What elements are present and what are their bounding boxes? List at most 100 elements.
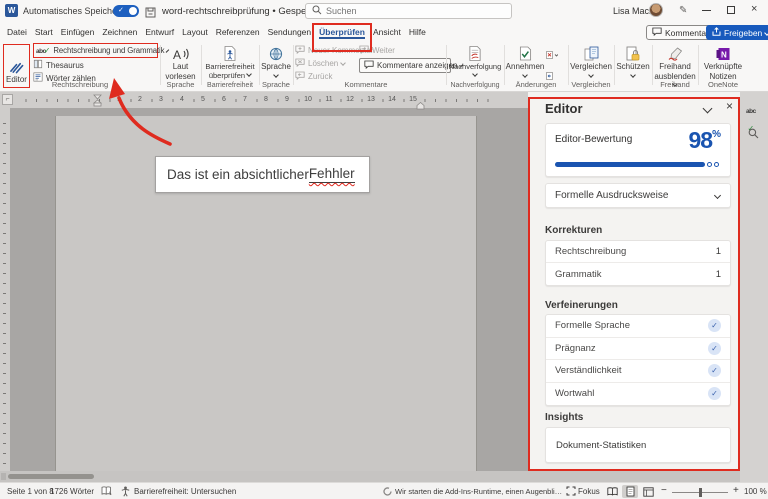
autosave-label: Automatisches Speichern [23, 6, 126, 16]
read-aloud-button[interactable]: A Laut vorlesen [162, 44, 199, 81]
refinement-row-clarity[interactable]: Verständlichkeit ✓ [546, 360, 730, 383]
new-comment-button[interactable]: Neuer Kommentar [295, 44, 373, 56]
pen-mode-icon[interactable]: ✎ [679, 5, 687, 16]
score-label: Editor-Bewertung [555, 134, 633, 145]
show-comments-button[interactable]: Kommentare anzeigen [359, 58, 463, 73]
page-indicator[interactable]: Seite 1 von 8 [7, 487, 54, 496]
accept-button[interactable]: Annehmen [506, 44, 544, 78]
focus-button[interactable]: Fokus [578, 487, 600, 496]
refinement-row-vocabulary[interactable]: Wortwahl ✓ [546, 383, 730, 406]
focus-icon[interactable] [566, 486, 576, 498]
save-icon[interactable] [145, 5, 156, 23]
word-logo-icon[interactable]: W [5, 4, 18, 17]
refinement-row-formal[interactable]: Formelle Sprache ✓ [546, 315, 730, 338]
tab-entwurf[interactable]: Entwurf [143, 24, 176, 40]
accessibility-status[interactable]: Barrierefreiheit: Untersuchen [134, 487, 236, 496]
correction-row-grammar[interactable]: Grammatik 1 [546, 263, 730, 285]
correction-row-spelling[interactable]: Rechtschreibung 1 [546, 241, 730, 263]
refinements-heading: Verfeinerungen [545, 300, 618, 311]
compare-docs-icon [584, 44, 599, 61]
zoom-slider-thumb[interactable] [699, 488, 702, 497]
globe-icon [269, 44, 283, 61]
tab-sendungen[interactable]: Sendungen [266, 24, 314, 40]
chevron-down-icon [630, 71, 636, 78]
sentence-text: Das ist ein absichtlicher [167, 167, 309, 182]
accept-check-icon [519, 44, 532, 61]
right-sidebar: abc ✓ [740, 92, 768, 482]
chevron-down-icon[interactable] [702, 103, 713, 114]
spelling-grammar-button[interactable]: abc✓ Rechtschreibung und Grammatik [33, 43, 170, 58]
corrections-card: Rechtschreibung 1 Grammatik 1 [545, 240, 731, 286]
tab-start[interactable]: Start [33, 24, 55, 40]
group-comments: Neuer Kommentar Löschen Zurück Weiter Ko… [288, 42, 463, 91]
zoom-out-button[interactable]: − [661, 485, 667, 496]
refinements-card: Formelle Sprache ✓ Prägnanz ✓ Verständli… [545, 314, 731, 406]
pane-title: Editor [545, 101, 583, 116]
document-canvas[interactable]: Das ist ein absichtlicher Fehhler [0, 108, 528, 471]
autosave-toggle[interactable]: ✓ [113, 5, 139, 17]
group-separator [446, 45, 447, 85]
protect-button[interactable]: Schützen [616, 44, 650, 78]
ribbon-tab-bar: Datei Start Einfügen Zeichnen Entwurf La… [0, 22, 768, 52]
selected-tab-underline [319, 37, 365, 39]
scrollbar-thumb[interactable] [8, 474, 94, 479]
print-layout-icon[interactable] [622, 485, 638, 498]
accessibility-check-button[interactable]: Barrierefreiheit überprüfen [203, 44, 257, 80]
group-ink: Freihand ausblenden Freihand [654, 42, 696, 91]
thesaurus-icon [33, 59, 43, 71]
onenote-icon: N [716, 44, 730, 61]
proofing-book-icon[interactable] [101, 486, 112, 498]
read-mode-icon[interactable] [604, 485, 620, 498]
misspelled-word[interactable]: Fehhler [308, 166, 355, 183]
tab-ansicht[interactable]: Ansicht [371, 24, 403, 40]
close-button[interactable]: × [751, 3, 757, 15]
horizontal-ruler[interactable]: ⌐ 1 2 3 4 5 6 7 8 9 10 11 12 13 14 15 [0, 92, 528, 110]
check-badge-icon: ✓ [708, 387, 721, 401]
tab-ueberpruefen[interactable]: Überprüfen [312, 23, 372, 52]
horizontal-scrollbar[interactable] [0, 471, 740, 482]
tone-selector[interactable]: Formelle Ausdrucksweise [545, 183, 731, 208]
web-layout-icon[interactable] [640, 485, 656, 498]
search-box[interactable] [305, 3, 512, 19]
tab-einfuegen[interactable]: Einfügen [59, 24, 97, 40]
linked-notes-button[interactable]: N Verknüpfte Notizen [700, 44, 746, 81]
magnifier-icon[interactable] [748, 126, 759, 144]
document-page[interactable]: Das ist ein absichtlicher Fehhler [55, 116, 477, 471]
avatar[interactable] [649, 3, 663, 17]
group-separator [652, 45, 653, 85]
chevron-down-icon [764, 29, 768, 36]
group-onenote: N Verknüpfte Notizen OneNote [700, 42, 746, 91]
tab-selector[interactable]: ⌐ [2, 94, 13, 105]
maximize-button[interactable] [727, 6, 735, 14]
zoom-level[interactable]: 100 % [744, 487, 767, 496]
tab-hilfe[interactable]: Hilfe [407, 24, 428, 40]
accessibility-doc-icon [224, 44, 236, 61]
vertical-ruler[interactable] [0, 108, 10, 471]
tab-layout[interactable]: Layout [180, 24, 210, 40]
tab-referenzen[interactable]: Referenzen [214, 24, 262, 40]
reject-icon[interactable] [546, 46, 559, 64]
minimize-button[interactable] [702, 10, 711, 11]
close-icon[interactable]: × [726, 99, 733, 113]
search-input[interactable] [326, 6, 486, 16]
left-indent-marker[interactable] [92, 94, 103, 112]
user-name[interactable]: Lisa Mack [613, 6, 654, 16]
delete-comment-button[interactable]: Löschen [295, 57, 357, 69]
accessibility-person-icon[interactable] [121, 486, 130, 499]
tab-datei[interactable]: Datei [5, 24, 29, 40]
share-button[interactable]: Freigeben [706, 25, 768, 40]
language-button[interactable]: Sprache [261, 44, 291, 78]
track-changes-icon [468, 44, 482, 61]
zoom-in-button[interactable]: + [733, 485, 739, 496]
svg-text:N: N [721, 51, 727, 60]
compare-button[interactable]: Vergleichen [570, 44, 612, 78]
word-count-status[interactable]: 1726 Wörter [50, 487, 94, 496]
tab-zeichnen[interactable]: Zeichnen [100, 24, 139, 40]
refinement-row-conciseness[interactable]: Prägnanz ✓ [546, 338, 730, 360]
document-statistics-item[interactable]: Dokument-Statistiken [545, 427, 731, 463]
right-indent-marker[interactable] [416, 97, 425, 115]
document-text[interactable]: Das ist ein absichtlicher Fehhler [155, 156, 370, 193]
thesaurus-button[interactable]: Thesaurus [33, 59, 158, 71]
next-comment-button[interactable]: Weiter [359, 44, 451, 56]
tracking-button[interactable]: Nachverfolgung [448, 44, 502, 77]
